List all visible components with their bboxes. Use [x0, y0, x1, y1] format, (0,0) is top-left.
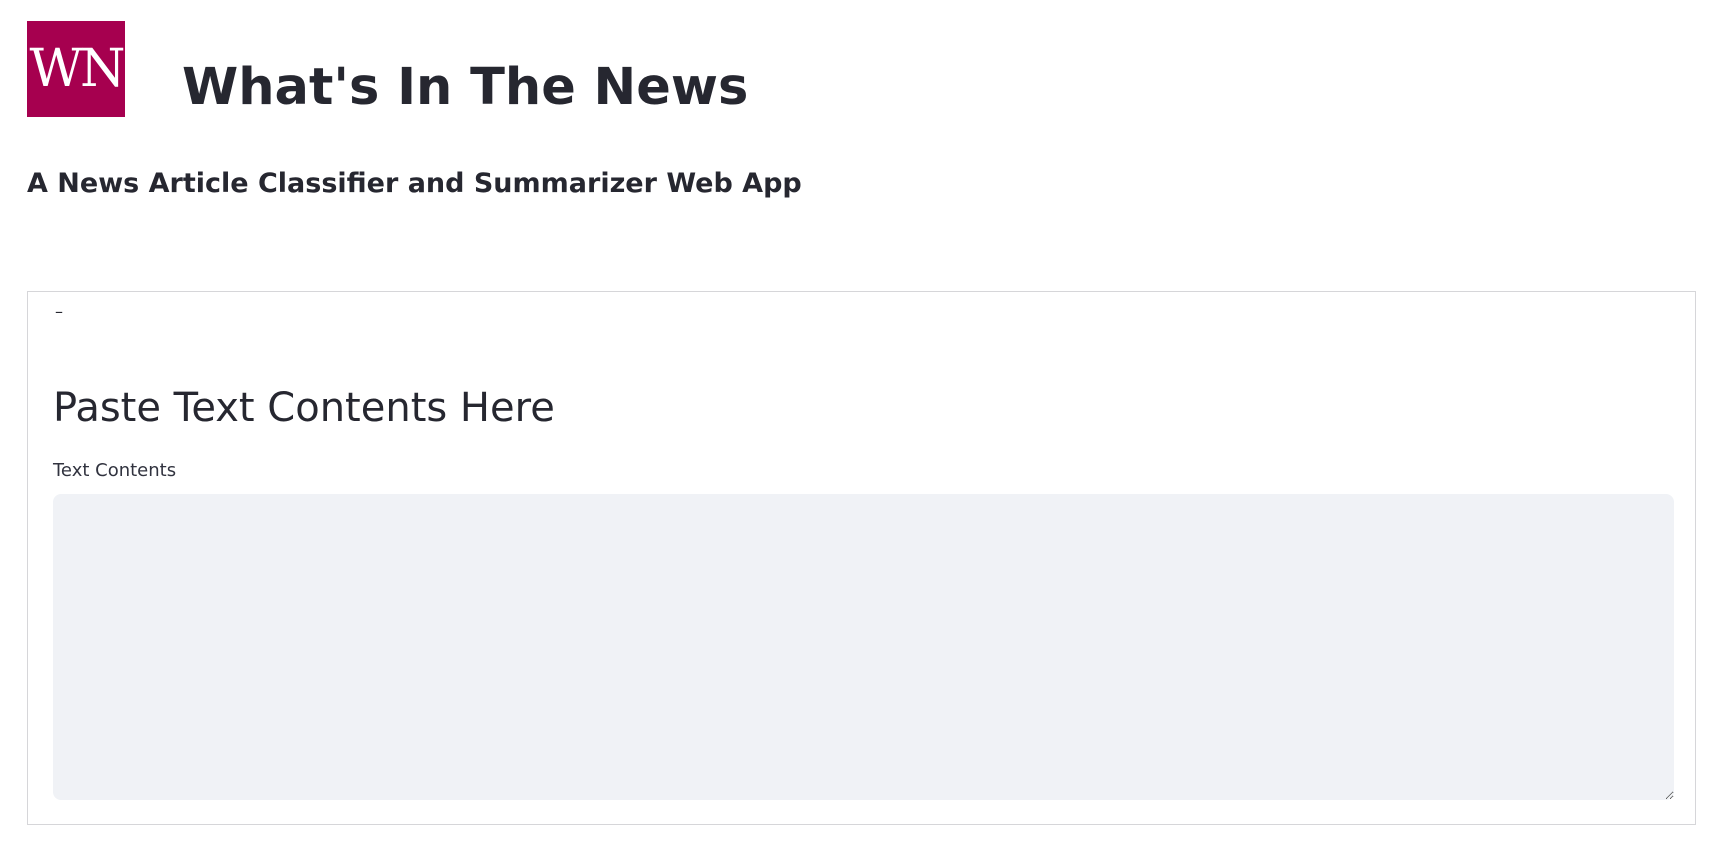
text-contents-label: Text Contents: [53, 460, 177, 481]
logo-container: WN: [27, 21, 125, 117]
wn-logo: WN: [27, 21, 125, 117]
text-contents-textarea[interactable]: [53, 494, 1674, 800]
collapse-icon[interactable]: –: [55, 304, 77, 326]
page-subtitle: A News Article Classifier and Summarizer…: [27, 168, 802, 199]
form-heading: Paste Text Contents Here: [53, 385, 555, 431]
page-title: What's In The News: [182, 58, 749, 117]
text-input-form: – Paste Text Contents Here Text Contents: [27, 291, 1696, 825]
